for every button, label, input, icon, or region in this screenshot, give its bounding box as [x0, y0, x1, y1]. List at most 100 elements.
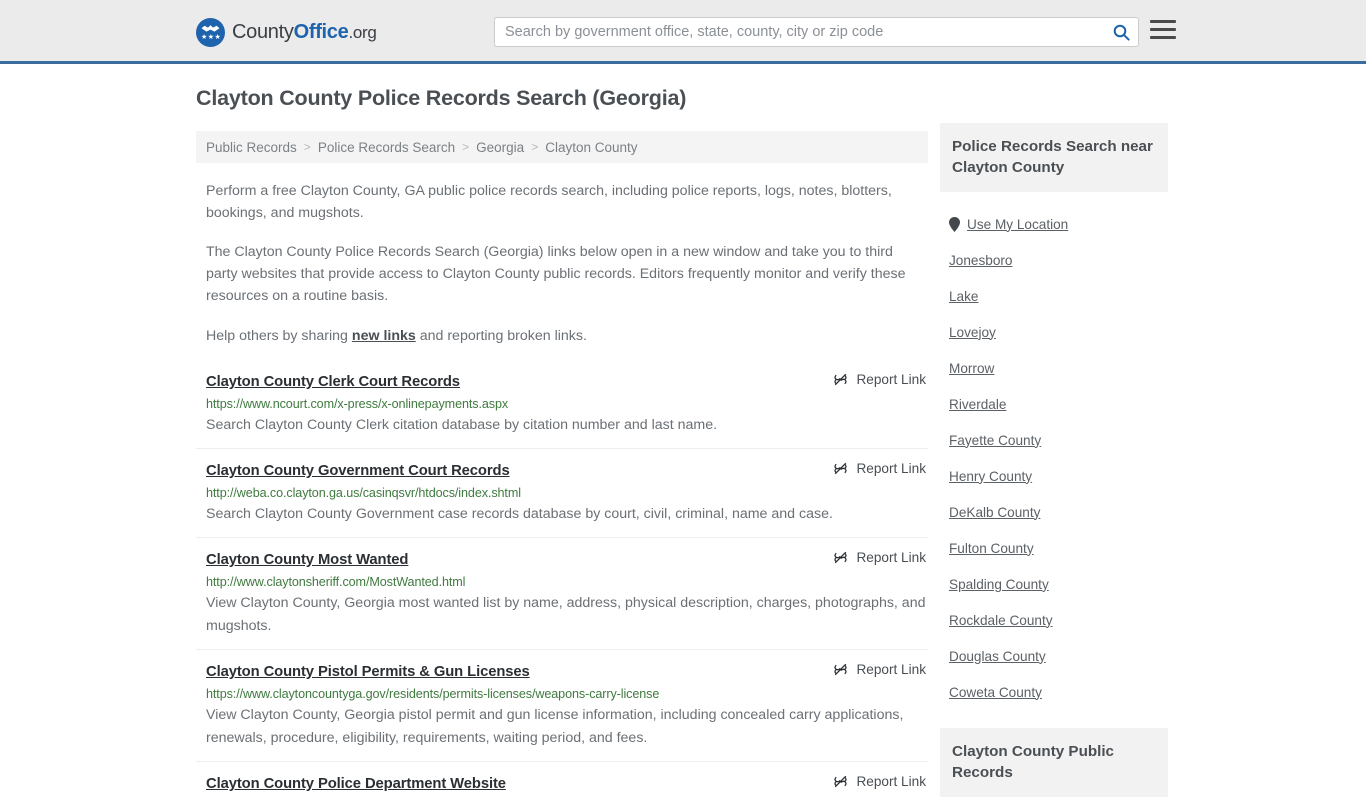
- sidebar-item-rockdale-county[interactable]: Rockdale County: [940, 602, 1168, 638]
- breadcrumb-item-police-records-search[interactable]: Police Records Search: [318, 140, 455, 155]
- breadcrumb: Public Records > Police Records Search >…: [196, 131, 928, 163]
- sidebar-item-spalding-county[interactable]: Spalding County: [940, 566, 1168, 602]
- report-link-button[interactable]: Report Link: [833, 662, 926, 677]
- eagle-wings-glyph: [201, 25, 220, 32]
- sidebar-link-label[interactable]: Riverdale: [949, 397, 1006, 412]
- sidebar-link-label[interactable]: Coweta County: [949, 685, 1042, 700]
- sidebar-item-lake[interactable]: Lake: [940, 278, 1168, 314]
- sidebar-item-henry-county[interactable]: Henry County: [940, 458, 1168, 494]
- result-url: http://www.claytonsheriff.com/MostWanted…: [206, 575, 466, 589]
- sidebar-link-label[interactable]: DeKalb County: [949, 505, 1040, 520]
- result-title-link[interactable]: Clayton County Pistol Permits & Gun Lice…: [206, 664, 530, 680]
- sidebar-panel-title: Police Records Search near Clayton Count…: [940, 123, 1168, 192]
- sidebar-item-fayette-county[interactable]: Fayette County: [940, 422, 1168, 458]
- report-link-label: Report Link: [856, 774, 926, 789]
- use-my-location-link[interactable]: Use My Location: [967, 217, 1068, 232]
- report-link-button[interactable]: Report Link: [833, 461, 926, 476]
- sidebar-item-fulton-county[interactable]: Fulton County: [940, 530, 1168, 566]
- sidebar: Police Records Search near Clayton Count…: [940, 123, 1168, 797]
- report-link-label: Report Link: [856, 550, 926, 565]
- result-title-link[interactable]: Clayton County Clerk Court Records: [206, 374, 460, 390]
- intro-paragraph-2: The Clayton County Police Records Search…: [206, 244, 906, 304]
- result-url: https://www.claytoncountyga.gov/resident…: [206, 687, 660, 701]
- sidebar-item-riverdale[interactable]: Riverdale: [940, 386, 1168, 422]
- hamburger-bar: [1150, 36, 1176, 39]
- search-button[interactable]: [1104, 18, 1138, 46]
- report-link-label: Report Link: [856, 461, 926, 476]
- share-text-before: Help others by sharing: [206, 328, 352, 344]
- page-title: Clayton County Police Records Search (Ge…: [196, 86, 687, 110]
- broken-link-icon: [834, 551, 848, 564]
- intro-paragraph-3: Help others by sharing new links and rep…: [206, 325, 928, 347]
- breadcrumb-item-georgia[interactable]: Georgia: [476, 140, 524, 155]
- result-title-link[interactable]: Clayton County Police Department Website: [206, 776, 506, 792]
- intro-text: Perform a free Clayton County, GA public…: [196, 180, 928, 347]
- sidebar-link-label[interactable]: Fulton County: [949, 541, 1034, 556]
- sidebar-links-list: Use My Location Jonesboro Lake Lovejoy M…: [940, 206, 1168, 710]
- report-link-label: Report Link: [856, 372, 926, 387]
- hamburger-menu-icon[interactable]: [1150, 20, 1176, 39]
- sidebar-item-morrow[interactable]: Morrow: [940, 350, 1168, 386]
- sidebar-link-label[interactable]: Spalding County: [949, 577, 1049, 592]
- sidebar-item-jonesboro[interactable]: Jonesboro: [940, 242, 1168, 278]
- result-description: View Clayton County, Georgia most wanted…: [206, 595, 926, 634]
- report-link-button[interactable]: Report Link: [833, 550, 926, 565]
- broken-link-icon: [834, 775, 848, 788]
- result-url: https://www.ncourt.com/x-press/x-onlinep…: [206, 397, 509, 411]
- result-description: Search Clayton County Government case re…: [206, 506, 833, 522]
- search-input[interactable]: [495, 18, 1104, 46]
- broken-link-icon: [834, 373, 848, 386]
- logo-text-office: Office: [293, 21, 349, 43]
- sidebar-link-label[interactable]: Morrow: [949, 361, 994, 376]
- breadcrumb-item-public-records[interactable]: Public Records: [206, 140, 297, 155]
- map-pin-icon: [949, 216, 960, 232]
- sidebar-link-label[interactable]: Henry County: [949, 469, 1032, 484]
- breadcrumb-separator-icon: >: [531, 140, 539, 154]
- broken-link-icon: [834, 462, 848, 475]
- sidebar-link-label[interactable]: Douglas County: [949, 649, 1046, 664]
- sidebar-item-use-my-location[interactable]: Use My Location: [940, 206, 1168, 242]
- search-icon: [1113, 24, 1130, 41]
- hamburger-bar: [1150, 28, 1176, 31]
- sidebar-panel2-title: Clayton County Public Records: [940, 728, 1168, 797]
- sidebar-item-dekalb-county[interactable]: DeKalb County: [940, 494, 1168, 530]
- broken-link-icon: [834, 663, 848, 676]
- result-title-link[interactable]: Clayton County Most Wanted: [206, 552, 408, 568]
- result-item: Clayton County Government Court Records …: [196, 448, 928, 537]
- sidebar-item-lovejoy[interactable]: Lovejoy: [940, 314, 1168, 350]
- result-item: Clayton County Clerk Court Records https…: [196, 367, 928, 448]
- result-item: Clayton County Most Wanted http://www.cl…: [196, 537, 928, 649]
- report-link-button[interactable]: Report Link: [833, 372, 926, 387]
- logo-wordmark: CountyOffice.org: [232, 21, 377, 44]
- sidebar-item-coweta-county[interactable]: Coweta County: [940, 674, 1168, 710]
- share-text-after: and reporting broken links.: [415, 328, 587, 344]
- result-title-link[interactable]: Clayton County Government Court Records: [206, 463, 510, 479]
- search-bar[interactable]: [494, 17, 1139, 47]
- sidebar-link-label[interactable]: Lake: [949, 289, 978, 304]
- result-description: Search Clayton County Clerk citation dat…: [206, 417, 718, 433]
- intro-paragraph-1: Perform a free Clayton County, GA public…: [206, 183, 892, 221]
- site-header: ★★★ CountyOffice.org: [0, 0, 1366, 64]
- breadcrumb-separator-icon: >: [303, 140, 311, 154]
- logo-text-org: .org: [348, 23, 377, 42]
- logo-text-county: County: [232, 21, 294, 43]
- result-item: Clayton County Pistol Permits & Gun Lice…: [196, 649, 928, 761]
- eagle-badge-icon: ★★★: [196, 18, 225, 47]
- breadcrumb-item-clayton-county[interactable]: Clayton County: [545, 140, 637, 155]
- result-item: Clayton County Police Department Website…: [196, 761, 928, 804]
- main-content: Clayton County Police Records Search (Ge…: [196, 86, 928, 804]
- report-link-label: Report Link: [856, 662, 926, 677]
- sidebar-link-label[interactable]: Jonesboro: [949, 253, 1012, 268]
- result-description: View Clayton County, Georgia pistol perm…: [206, 707, 904, 746]
- site-logo[interactable]: ★★★ CountyOffice.org: [196, 18, 377, 47]
- new-links-link[interactable]: new links: [352, 328, 416, 344]
- breadcrumb-separator-icon: >: [462, 140, 470, 154]
- report-link-button[interactable]: Report Link: [833, 774, 926, 789]
- sidebar-link-label[interactable]: Fayette County: [949, 433, 1041, 448]
- sidebar-link-label[interactable]: Lovejoy: [949, 325, 996, 340]
- results-list: Clayton County Clerk Court Records https…: [196, 367, 928, 804]
- sidebar-link-label[interactable]: Rockdale County: [949, 613, 1053, 628]
- result-url: http://weba.co.clayton.ga.us/casinqsvr/h…: [206, 486, 521, 500]
- hamburger-bar: [1150, 20, 1176, 23]
- sidebar-item-douglas-county[interactable]: Douglas County: [940, 638, 1168, 674]
